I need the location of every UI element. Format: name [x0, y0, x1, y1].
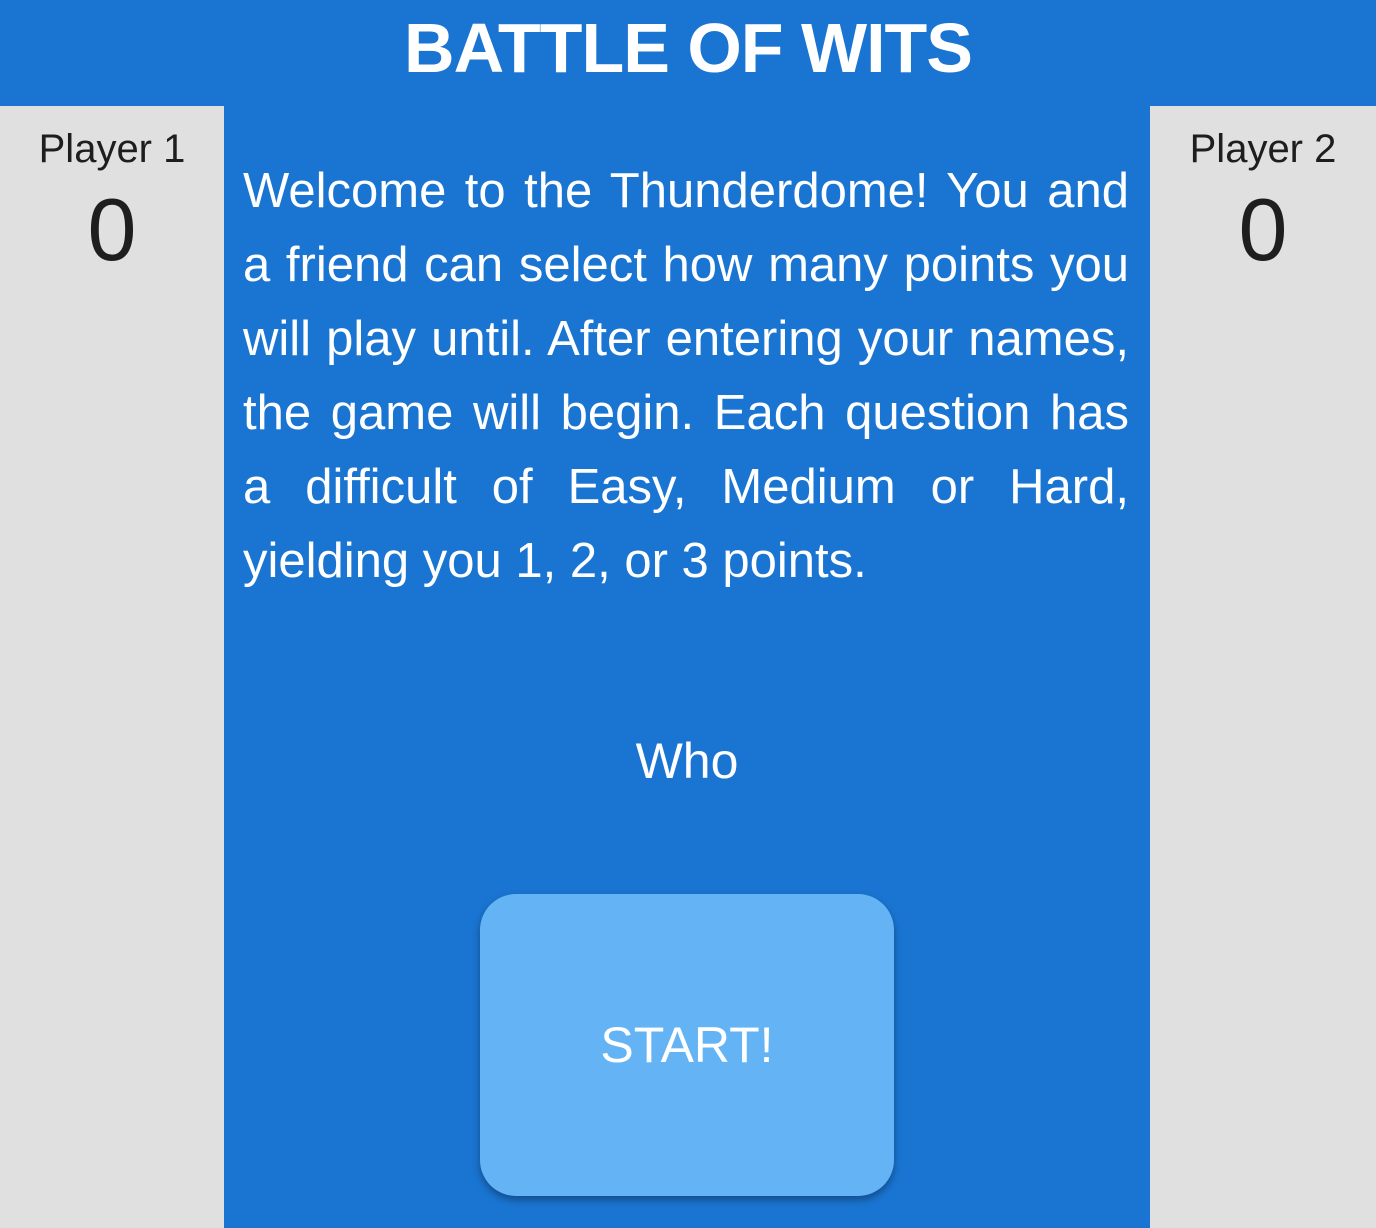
main-panel: Welcome to the Thunderdome! You and a fr… — [224, 106, 1150, 1228]
app-header: BATTLE OF WITS — [0, 0, 1376, 106]
player-2-score: 0 — [1238, 180, 1288, 279]
player-1-label: Player 1 — [38, 127, 186, 171]
player-2-label: Player 2 — [1189, 127, 1337, 171]
intro-text: Welcome to the Thunderdome! You and a fr… — [243, 164, 1129, 588]
who-prompt: Who — [635, 733, 739, 789]
start-button[interactable]: START! — [480, 894, 894, 1196]
page-title: BATTLE OF WITS — [404, 9, 973, 87]
player-1-score: 0 — [87, 180, 137, 279]
player-1-panel: Player 1 0 — [0, 106, 224, 1228]
player-2-panel: Player 2 0 — [1150, 106, 1376, 1228]
